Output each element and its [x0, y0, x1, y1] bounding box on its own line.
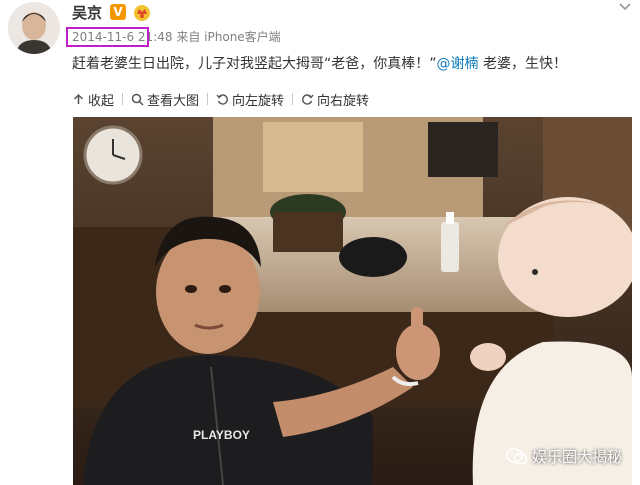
- post-text-tail: 老婆，生快！: [478, 56, 567, 72]
- source-link[interactable]: iPhone客户端: [204, 30, 281, 44]
- collapse-button[interactable]: 收起: [72, 90, 114, 109]
- mention-link[interactable]: @谢楠: [437, 56, 479, 72]
- collapse-label: 收起: [88, 93, 115, 109]
- crown-icon: [134, 5, 150, 21]
- divider: [122, 93, 124, 105]
- avatar[interactable]: [8, 2, 60, 54]
- post-text-main: 赶着老婆生日出院，儿子对我竖起大拇哥“老爸，你真棒！”: [72, 56, 437, 72]
- username[interactable]: 吴京: [72, 2, 102, 23]
- arrow-up-icon: [73, 93, 84, 104]
- chevron-down-icon[interactable]: [618, 2, 632, 12]
- rotate-left-button[interactable]: 向左旋转: [216, 90, 284, 109]
- search-icon: [131, 93, 144, 106]
- rotate-right-icon: [302, 93, 314, 105]
- rotate-left-icon: [216, 93, 228, 105]
- divider: [292, 93, 294, 105]
- highlight-box: [66, 27, 149, 47]
- photo-scene: PLAYBOY: [73, 117, 632, 485]
- wechat-icon: [506, 447, 528, 465]
- watermark: 娱乐圈大揭秘: [506, 446, 622, 467]
- image-toolbar: 收起 查看大图 向左旋转 向右旋转: [72, 89, 369, 109]
- divider: [207, 93, 209, 105]
- verified-badge: V: [110, 4, 126, 20]
- view-large-label: 查看大图: [147, 93, 200, 109]
- shirt-text: PLAYBOY: [193, 428, 250, 442]
- rotate-right-label: 向右旋转: [317, 93, 370, 109]
- rotate-right-button[interactable]: 向右旋转: [301, 90, 369, 109]
- view-large-button[interactable]: 查看大图: [131, 90, 199, 109]
- source-prefix: 来自: [176, 30, 201, 44]
- post-photo[interactable]: PLAYBOY 娱乐圈大揭秘: [73, 117, 632, 485]
- post-text: 赶着老婆生日出院，儿子对我竖起大拇哥“老爸，你真棒！”@谢楠 老婆，生快！: [72, 53, 567, 73]
- watermark-text: 娱乐圈大揭秘: [531, 448, 622, 466]
- rotate-left-label: 向左旋转: [232, 93, 285, 109]
